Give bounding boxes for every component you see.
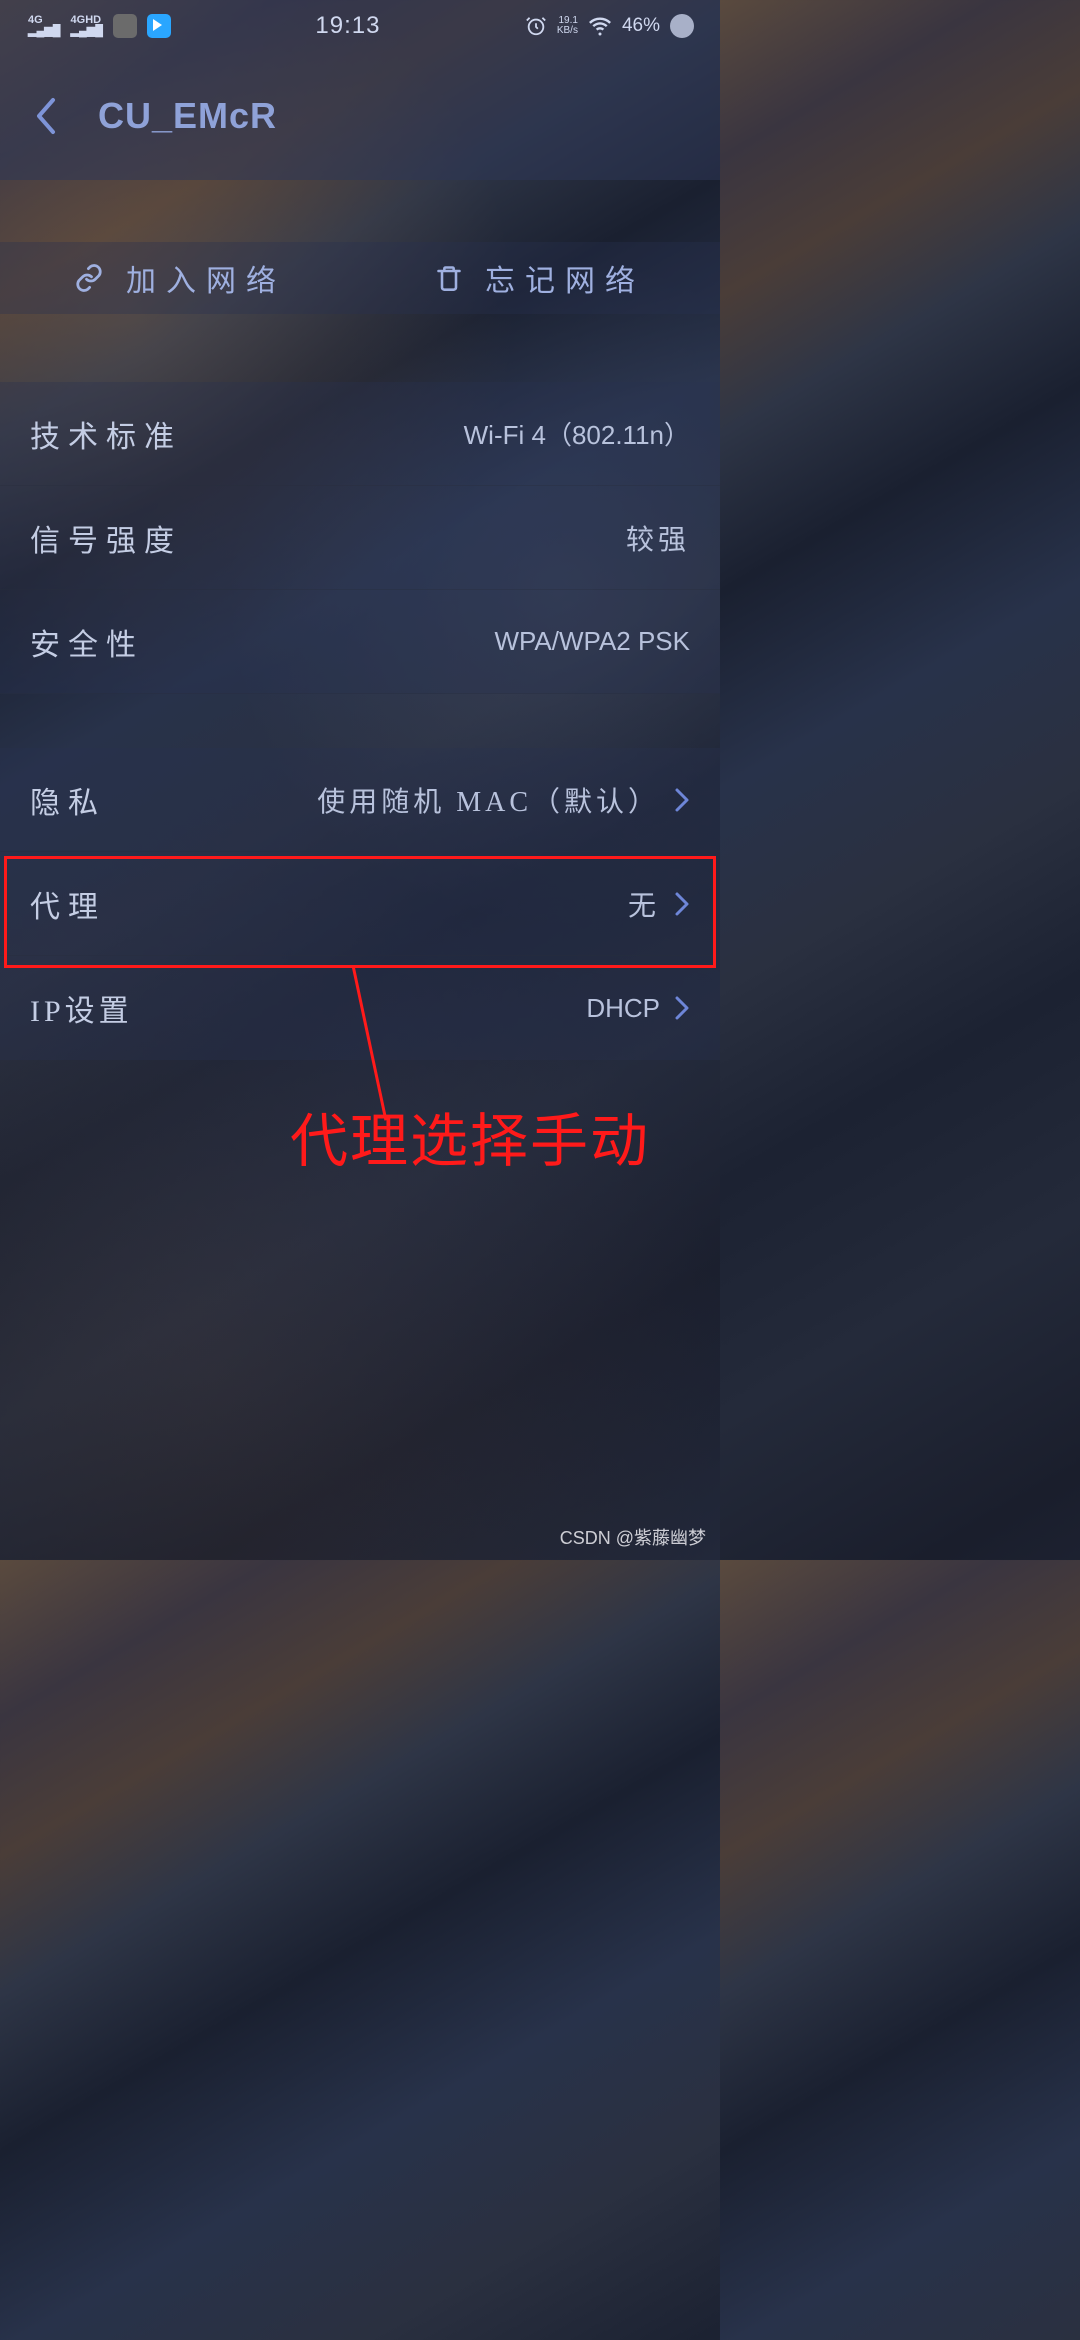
proxy-value: 无 xyxy=(628,884,660,924)
row-proxy[interactable]: 代理 无 xyxy=(0,852,720,956)
chevron-right-icon xyxy=(674,891,690,917)
security-label: 安全性 xyxy=(30,620,144,664)
net-speed-unit: KB/s xyxy=(557,25,578,36)
ip-settings-value: DHCP xyxy=(586,993,660,1024)
privacy-label: 隐私 xyxy=(30,778,106,822)
proxy-label: 代理 xyxy=(30,882,106,926)
signal-sim1: 4G▂▄▆█ xyxy=(28,15,61,37)
row-privacy[interactable]: 隐私 使用随机 MAC（默认） xyxy=(0,748,720,852)
join-network-label: 加入网络 xyxy=(126,256,286,300)
forget-network-label: 忘记网络 xyxy=(485,256,645,300)
trash-icon xyxy=(435,263,463,293)
signal-strength-label: 信号强度 xyxy=(30,516,182,560)
sim2-label: 4GHD xyxy=(71,14,102,26)
actions-row: 加入网络 忘记网络 xyxy=(0,180,720,314)
alarm-icon xyxy=(525,15,547,37)
signal-sim2: 4GHD▂▄▆█ xyxy=(71,15,104,37)
title-bar: CU_EMcR xyxy=(0,52,720,180)
join-network-button[interactable]: 加入网络 xyxy=(0,242,360,314)
privacy-value: 使用随机 MAC（默认） xyxy=(317,780,660,820)
link-icon xyxy=(74,263,104,293)
battery-percent: 46% xyxy=(622,15,660,37)
row-tech-standard: 技术标准 Wi-Fi 4（802.11n） xyxy=(0,382,720,486)
chevron-right-icon xyxy=(674,995,690,1021)
proxy-value-wrap: 无 xyxy=(628,884,690,924)
status-clock: 19:13 xyxy=(315,12,380,40)
notif-icon-app-a xyxy=(113,14,137,38)
signal-strength-value: 较强 xyxy=(626,518,690,558)
net-speed: 19.1KB/s xyxy=(557,16,578,36)
row-security: 安全性 WPA/WPA2 PSK xyxy=(0,590,720,694)
annotation-text: 代理选择手动 xyxy=(290,1094,650,1178)
ip-settings-value-wrap: DHCP xyxy=(586,993,690,1024)
sim1-label: 4G xyxy=(28,14,43,26)
tech-standard-label: 技术标准 xyxy=(30,412,182,456)
tech-standard-value: Wi-Fi 4（802.11n） xyxy=(464,415,690,452)
privacy-value-wrap: 使用随机 MAC（默认） xyxy=(317,780,690,820)
forget-network-button[interactable]: 忘记网络 xyxy=(360,242,720,314)
status-right: 19.1KB/s 46% xyxy=(525,14,694,38)
wifi-icon xyxy=(588,14,612,38)
row-ip-settings[interactable]: IP设置 DHCP xyxy=(0,956,720,1060)
status-bar: 4G▂▄▆█ 4GHD▂▄▆█ 19:13 19.1KB/s 46% xyxy=(0,0,720,52)
network-details-list: 技术标准 Wi-Fi 4（802.11n） 信号强度 较强 安全性 WPA/WP… xyxy=(0,314,720,1060)
ip-settings-label: IP设置 xyxy=(30,986,133,1030)
security-value: WPA/WPA2 PSK xyxy=(494,626,690,657)
chevron-left-icon xyxy=(33,96,59,136)
notif-icon-app-b xyxy=(147,14,171,38)
status-left: 4G▂▄▆█ 4GHD▂▄▆█ xyxy=(28,14,171,38)
profile-icon xyxy=(670,14,694,38)
back-button[interactable] xyxy=(28,96,64,136)
row-signal-strength: 信号强度 较强 xyxy=(0,486,720,590)
chevron-right-icon xyxy=(674,787,690,813)
page-title: CU_EMcR xyxy=(98,95,277,137)
watermark: CSDN @紫藤幽梦 xyxy=(560,1524,706,1550)
